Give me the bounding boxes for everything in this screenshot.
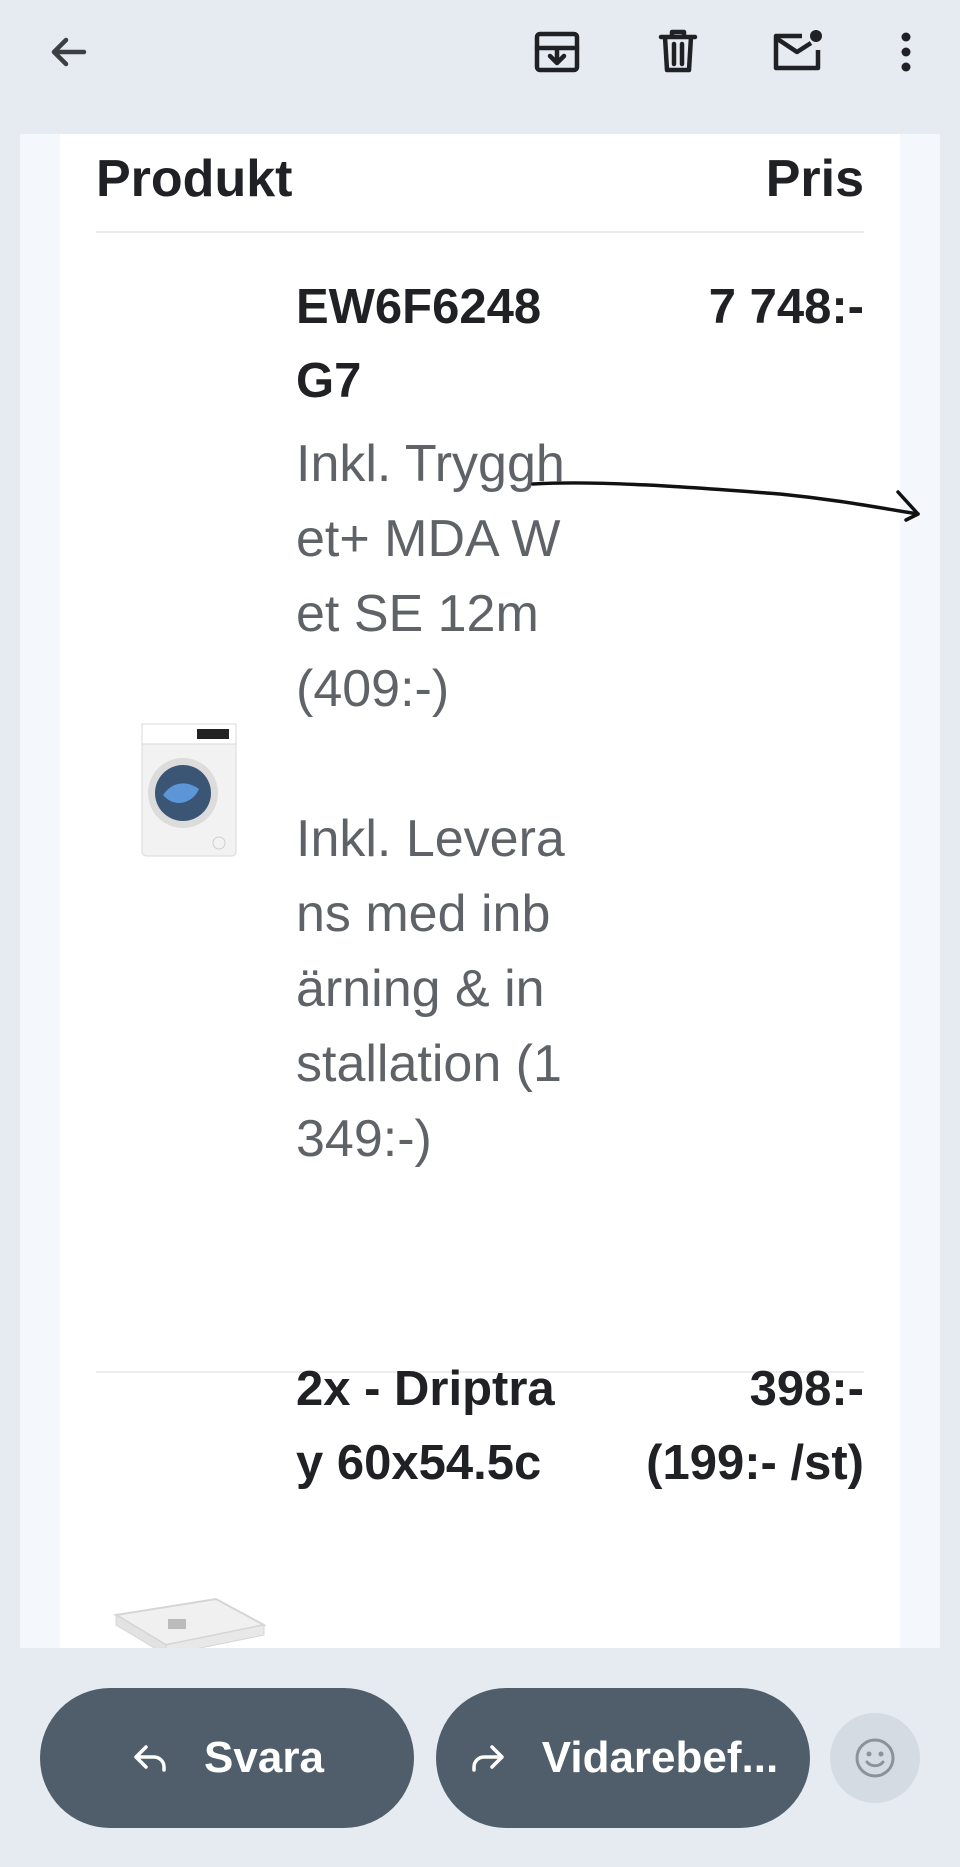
emoji-reaction-button[interactable] (830, 1713, 920, 1803)
drip-tray-image (106, 1585, 267, 1648)
header-price: Pris (765, 150, 864, 208)
product-price: 398:- (749, 1362, 864, 1416)
product-name[interactable]: EW6F6248G7 (296, 270, 566, 418)
product-name[interactable]: 2x - Driptray 60x54.5c (296, 1352, 566, 1500)
delete-icon[interactable] (650, 24, 706, 80)
email-body: Produkt Pris EW6F6248G7 Inkl. Trygghet+ … (20, 134, 940, 1648)
back-arrow-icon[interactable] (40, 24, 96, 80)
reply-icon (130, 1741, 170, 1775)
mark-unread-icon[interactable] (770, 24, 826, 80)
product-note: Inkl. Leverans med inbärning & installat… (296, 810, 565, 1168)
product-note: Inkl. Trygghet+ MDA Wet SE 12m (409:-) (296, 435, 565, 718)
forward-icon (468, 1741, 508, 1775)
forward-label: Vidarebef... (541, 1733, 779, 1782)
table-row: EW6F6248G7 Inkl. Trygghet+ MDA Wet SE 12… (96, 233, 864, 1373)
header-product: Produkt (96, 150, 293, 208)
order-table: Produkt Pris EW6F6248G7 Inkl. Trygghet+ … (60, 134, 900, 1648)
washing-machine-image (141, 723, 237, 857)
table-header: Produkt Pris (96, 134, 864, 233)
table-row: 2x - Driptray 60x54.5c 398:- (199:- /st) (96, 1362, 864, 1648)
more-vert-icon[interactable] (878, 24, 934, 80)
archive-icon[interactable] (529, 24, 585, 80)
top-toolbar (0, 0, 960, 134)
forward-button[interactable]: Vidarebef... (436, 1688, 810, 1828)
smiley-icon (855, 1738, 895, 1778)
reply-button[interactable]: Svara (40, 1688, 414, 1828)
product-price: 7 748:- (708, 280, 864, 334)
unit-price: (199:- /st) (646, 1436, 864, 1490)
reply-label: Svara (204, 1733, 324, 1782)
bottom-action-bar: Svara Vidarebef... (0, 1648, 960, 1867)
